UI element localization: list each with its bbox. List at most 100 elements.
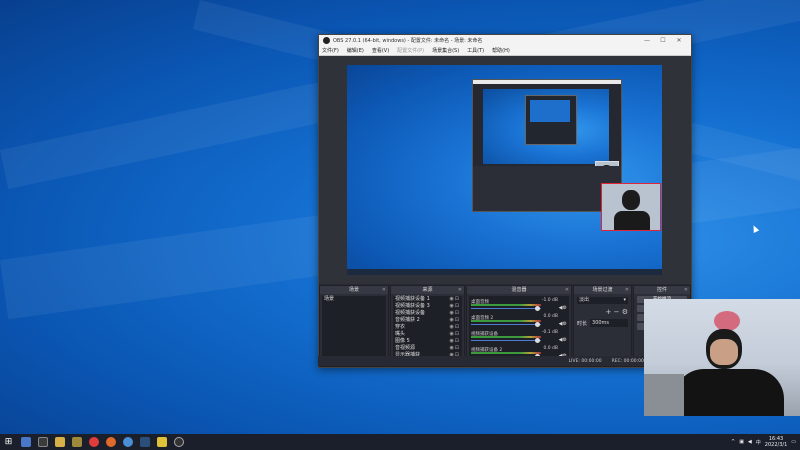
scenes-dock: 场景✕ 场景 + − ^ v [319, 285, 389, 367]
visibility-lock-icon[interactable]: ◉⊡ [449, 324, 462, 331]
background-balloon [714, 311, 740, 331]
file-icon[interactable] [20, 437, 31, 447]
remove-transition-button[interactable]: − [614, 308, 620, 316]
volume-slider-handle[interactable] [535, 306, 540, 311]
source-item[interactable]: 音视频源 ◉⊡ [393, 345, 462, 352]
steam-icon[interactable] [139, 437, 150, 447]
notification-icon[interactable]: ▭ [791, 439, 796, 445]
menu-bar: 文件(F) 编辑(E) 查看(V) 配置文件(P) 场景集合(S) 工具(T) … [319, 46, 691, 56]
status-bar: LIVE: 00:00:00 REC: 00:00:00 CPU: 0.1%, … [318, 356, 690, 366]
dock-close-icon[interactable]: ✕ [625, 286, 629, 294]
mixer-channel: 桌面音频 2 0.0 dB ◀⚙ [471, 314, 567, 327]
sources-title: 来源 [422, 287, 433, 293]
duration-row: 时长 300ms [577, 319, 628, 327]
edge-icon[interactable] [122, 437, 133, 447]
menu-file[interactable]: 文件(F) [322, 47, 339, 54]
menu-tools[interactable]: 工具(T) [467, 47, 484, 54]
source-item[interactable]: 音频捕获 2 ◉⊡ [393, 317, 462, 324]
menu-profile[interactable]: 配置文件(P) [397, 47, 424, 54]
dock-close-icon[interactable]: ✕ [382, 286, 386, 294]
scene-item[interactable]: 场景 [322, 296, 386, 303]
nested-obs-window-2 [525, 95, 577, 145]
qq-icon[interactable] [37, 437, 48, 447]
sources-dock: 来源 ✕ 视频捕获设备 1 ◉⊡ 视频捕获设备 3 ◉⊡ 视频捕获设备 ◉⊡ 音频捕获 … [390, 285, 465, 367]
dock-close-icon[interactable]: ✕ [565, 286, 569, 294]
system-clock[interactable]: 16:43 2022/3/1 [765, 436, 787, 448]
preview-area [319, 56, 691, 284]
source-item[interactable]: 穿衣 ◉⊡ [393, 324, 462, 331]
title-bar[interactable]: OBS 27.0.1 (64-bit, windows) - 配置文件: 未命名… [319, 35, 691, 46]
clock-date: 2022/3/1 [764, 442, 788, 448]
volume-meter [471, 304, 541, 306]
maximize-button[interactable]: ☐ [655, 37, 671, 44]
speaker-icon[interactable]: ◀⚙ [559, 321, 567, 327]
transition-select[interactable]: 淡出 ▾ [577, 297, 628, 304]
person-face [710, 339, 738, 365]
volume-slider[interactable] [471, 324, 541, 325]
visibility-lock-icon[interactable]: ◉⊡ [449, 345, 462, 352]
ime-language[interactable]: 中 [756, 439, 761, 446]
transitions-title: 场景过渡 [592, 287, 613, 293]
dock-row: 场景✕ 场景 + − ^ v 来源✕ 视频捕获设备 1◉⊡ 视频捕获设备 3◉⊡… [319, 285, 691, 367]
volume-slider[interactable] [471, 340, 541, 341]
close-button[interactable]: ✕ [671, 37, 687, 44]
nested-preview-2 [530, 100, 570, 122]
source-item[interactable]: 嘴头 ◉⊡ [393, 331, 462, 338]
obs-taskbar-icon[interactable] [173, 437, 184, 447]
dock-close-icon[interactable]: ✕ [684, 286, 688, 294]
app-red-icon[interactable] [88, 437, 99, 447]
menu-help[interactable]: 帮助(H) [492, 47, 510, 54]
menu-edit[interactable]: 编辑(E) [347, 47, 364, 54]
mixer-dock-header: 混音器 ✕ [467, 286, 571, 294]
visibility-lock-icon[interactable]: ◉⊡ [449, 303, 462, 310]
speaker-icon[interactable]: ◀⚙ [559, 337, 567, 343]
nested-docks [473, 166, 621, 211]
source-item[interactable]: 视频捕获设备 ◉⊡ [393, 310, 462, 317]
chevron-up-icon[interactable]: ^ [731, 439, 735, 445]
volume-meter [471, 352, 541, 354]
mixer-dock: 混音器 ✕ 桌面音频 -1.0 dB ◀⚙ 桌面音频 2 0.0 dB ◀⚙ 视频捕获… [466, 285, 572, 367]
transitions-dock: 场景过渡 ✕ 淡出 ▾ + − ⚙ 时长 300ms [573, 285, 632, 367]
source-item[interactable]: 图像 5 ◉⊡ [393, 338, 462, 345]
sources-list: 视频捕获设备 1 ◉⊡ 视频捕获设备 3 ◉⊡ 视频捕获设备 ◉⊡ 音频捕获 2 ◉⊡ … [393, 296, 462, 358]
source-item[interactable]: 视频捕获设备 1 ◉⊡ [393, 296, 462, 303]
visibility-lock-icon[interactable]: ◉⊡ [449, 338, 462, 345]
mixer-channel: 视频捕获设备 -0.1 dB ◀⚙ [471, 330, 567, 343]
minimize-button[interactable]: — [639, 37, 655, 44]
menu-scene-collection[interactable]: 场景集合(S) [432, 47, 459, 54]
duration-input[interactable]: 300ms [590, 319, 628, 327]
folder-icon[interactable] [54, 437, 65, 447]
duration-label: 时长 [577, 320, 588, 327]
visibility-lock-icon[interactable]: ◉⊡ [449, 331, 462, 338]
app-icon[interactable] [71, 437, 82, 447]
source-item[interactable]: 视频捕获设备 3 ◉⊡ [393, 303, 462, 310]
mixer-title: 混音器 [511, 287, 527, 293]
controls-title: 控件 [656, 287, 667, 293]
add-transition-button[interactable]: + [606, 308, 612, 316]
visibility-lock-icon[interactable]: ◉⊡ [449, 317, 462, 324]
browser-icon[interactable] [105, 437, 116, 447]
volume-icon[interactable]: ◀ [748, 439, 752, 445]
obs-window[interactable]: OBS 27.0.1 (64-bit, windows) - 配置文件: 未命名… [318, 34, 692, 368]
sources-dock-header: 来源 ✕ [391, 286, 464, 294]
person-head-icon [622, 190, 640, 210]
visibility-lock-icon[interactable]: ◉⊡ [449, 310, 462, 317]
preview-canvas[interactable] [347, 65, 662, 275]
speaker-icon[interactable]: ◀⚙ [559, 305, 567, 311]
volume-slider[interactable] [471, 308, 541, 309]
dock-close-icon[interactable]: ✕ [458, 286, 462, 294]
volume-slider-handle[interactable] [535, 338, 540, 343]
windows-start-icon[interactable]: ⊞ [4, 437, 14, 447]
visibility-lock-icon[interactable]: ◉⊡ [449, 296, 462, 303]
network-icon[interactable]: ▣ [739, 439, 744, 445]
app-yellow-icon[interactable] [156, 437, 167, 447]
transition-properties-gear-icon[interactable]: ⚙ [622, 308, 628, 316]
menu-view[interactable]: 查看(V) [372, 47, 389, 54]
person-body [674, 369, 784, 416]
webcam-source-selected[interactable] [601, 183, 661, 231]
rec-status: REC: 00:00:00 [611, 358, 644, 364]
nested-obs-window [472, 79, 622, 212]
transition-toolbar: + − ⚙ [574, 308, 629, 316]
window-title: OBS 27.0.1 (64-bit, windows) - 配置文件: 未命名… [333, 38, 483, 44]
volume-slider-handle[interactable] [535, 322, 540, 327]
